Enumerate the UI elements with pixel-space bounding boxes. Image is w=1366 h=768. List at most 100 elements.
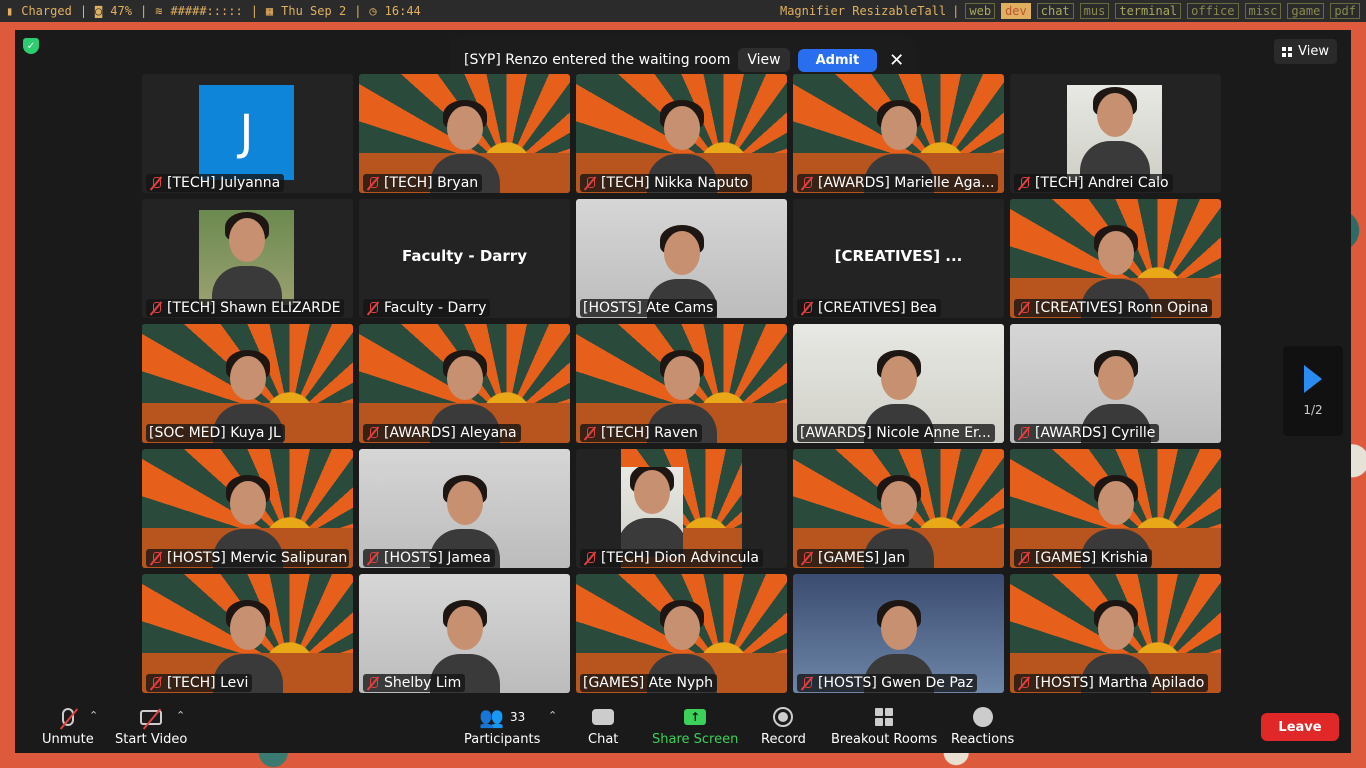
participant-name-label: [TECH] Raven [580, 424, 702, 442]
participant-tile[interactable]: [TECH] Raven [576, 324, 787, 443]
mic-muted-icon [1017, 426, 1031, 440]
participant-name-label: [SOC MED] Kuya JL [146, 424, 285, 442]
participant-tile[interactable]: [TECH] Bryan [359, 74, 570, 193]
record-button[interactable]: Record [761, 706, 806, 747]
participant-name: [CREATIVES] Ronn Opina [1035, 300, 1209, 316]
participant-tile[interactable]: [TECH] Shawn ELIZARDE [142, 199, 353, 318]
participant-tile[interactable]: [HOSTS] Ate Cams [576, 199, 787, 318]
record-icon [773, 707, 794, 727]
gallery-view: J [TECH] Julyanna [TECH] Bryan [TECH] Nikka… [142, 74, 1223, 695]
status-bar: ▮ Charged | ◙ 47% | ≋ #####::::: | ▦ Thu… [0, 0, 1366, 22]
participant-tile[interactable]: [GAMES] Ate Nyph [576, 574, 787, 693]
workspace-mus[interactable]: mus [1079, 3, 1110, 19]
chat-button[interactable]: Chat [588, 706, 618, 747]
participants-count: 33 [510, 710, 526, 724]
unmute-button[interactable]: Unmute [42, 706, 94, 747]
participant-tile[interactable]: [CREATIVES] ... [CREATIVES] Bea [793, 199, 1004, 318]
participant-tile[interactable]: [HOSTS] Jamea [359, 449, 570, 568]
share-screen-icon: ↑ [684, 709, 707, 725]
participant-tile[interactable]: [TECH] Nikka Naputo [576, 74, 787, 193]
workspace-misc[interactable]: misc [1244, 3, 1282, 19]
participant-tile[interactable]: [SOC MED] Kuya JL [142, 324, 353, 443]
next-page-button[interactable]: 1/2 [1283, 346, 1343, 436]
participant-tile[interactable]: [AWARDS] Marielle Aga... [793, 74, 1004, 193]
participant-name-label: [GAMES] Jan [797, 549, 910, 567]
participants-options-caret-icon[interactable]: ⌃ [548, 709, 557, 722]
participant-display-name: Faculty - Darry [402, 247, 527, 265]
reactions-button[interactable]: Reactions [951, 706, 1014, 747]
participant-name: [GAMES] Krishia [1035, 550, 1149, 566]
workspace-web[interactable]: web [965, 3, 996, 19]
mic-muted-icon [1017, 301, 1031, 315]
participant-name-label: [AWARDS] Cyrille [1014, 424, 1160, 442]
participant-tile[interactable]: [HOSTS] Mervic Salipuran [142, 449, 353, 568]
time: 16:44 [384, 4, 421, 18]
participant-name-label: [HOSTS] Ate Cams [580, 299, 718, 317]
workspace-pdf[interactable]: pdf [1330, 3, 1360, 19]
participant-name-label: [HOSTS] Jamea [363, 549, 495, 567]
participant-tile[interactable]: [AWARDS] Cyrille [1010, 324, 1221, 443]
participant-name-label: [CREATIVES] Ronn Opina [1014, 299, 1213, 317]
participant-name-label: [GAMES] Krishia [1014, 549, 1153, 567]
view-button[interactable]: View [1274, 39, 1337, 64]
participant-video [621, 467, 683, 557]
breakout-rooms-button[interactable]: Breakout Rooms [831, 706, 937, 747]
participant-video [199, 210, 294, 305]
participant-tile[interactable]: [GAMES] Jan [793, 449, 1004, 568]
participant-video [211, 210, 282, 305]
admit-button[interactable]: Admit [797, 48, 878, 72]
leave-button[interactable]: Leave [1261, 713, 1339, 741]
participant-name: [HOSTS] Mervic Salipuran [167, 550, 348, 566]
participant-tile[interactable]: [AWARDS] Nicole Anne Er... [793, 324, 1004, 443]
mic-muted-icon [366, 426, 380, 440]
participant-name-label: [TECH] Julyanna [146, 174, 285, 192]
participant-name-label: [CREATIVES] Bea [797, 299, 941, 317]
security-shield-icon[interactable] [23, 38, 39, 54]
mic-muted-icon [1017, 551, 1031, 565]
participant-name-label: Shelby Lim [363, 674, 466, 692]
participant-name: [TECH] Raven [601, 425, 698, 441]
workspace-terminal[interactable]: terminal [1115, 3, 1182, 19]
participant-tile[interactable]: [GAMES] Krishia [1010, 449, 1221, 568]
participant-name-label: [TECH] Nikka Naputo [580, 174, 753, 192]
participant-name: [SOC MED] Kuya JL [149, 425, 281, 441]
participant-tile[interactable]: [TECH] Andrei Calo [1010, 74, 1221, 193]
participant-tile[interactable]: Faculty - Darry Faculty - Darry [359, 199, 570, 318]
participant-name-label: [AWARDS] Marielle Aga... [797, 174, 999, 192]
share-screen-button[interactable]: ↑ Share Screen [652, 706, 738, 747]
workspace-game[interactable]: game [1287, 3, 1325, 19]
mic-muted-icon [800, 676, 814, 690]
participant-tile[interactable]: J [TECH] Julyanna [142, 74, 353, 193]
participant-tile[interactable]: [AWARDS] Aleyana [359, 324, 570, 443]
meeting-toolbar: Unmute ⌃ Start Video ⌃ 👥 33 Participants… [15, 701, 1351, 753]
page-indicator: 1/2 [1303, 403, 1323, 417]
participant-name: [HOSTS] Jamea [384, 550, 491, 566]
participant-tile[interactable]: [HOSTS] Martha Apilado [1010, 574, 1221, 693]
date: Thu Sep 2 [281, 4, 347, 18]
participant-tile[interactable]: [TECH] Levi [142, 574, 353, 693]
participant-name: [CREATIVES] Bea [818, 300, 937, 316]
participant-tile[interactable]: [HOSTS] Gwen De Paz [793, 574, 1004, 693]
mic-muted-icon [583, 176, 597, 190]
mic-muted-icon [800, 551, 814, 565]
participant-name: [TECH] Bryan [384, 175, 479, 191]
microphone-muted-icon [61, 708, 74, 726]
video-options-caret-icon[interactable]: ⌃ [176, 709, 185, 722]
participants-icon: 👥 [479, 705, 504, 729]
participant-tile[interactable]: [CREATIVES] Ronn Opina [1010, 199, 1221, 318]
participant-tile[interactable]: Shelby Lim [359, 574, 570, 693]
workspace-office[interactable]: office [1187, 3, 1239, 19]
audio-options-caret-icon[interactable]: ⌃ [89, 709, 98, 722]
participant-name: [HOSTS] Ate Cams [583, 300, 714, 316]
workspace-dev[interactable]: dev [1001, 3, 1031, 19]
participant-name: [TECH] Julyanna [167, 175, 281, 191]
participant-name-label: [AWARDS] Aleyana [363, 424, 521, 442]
notification-view-button[interactable]: View [738, 48, 790, 72]
mic-muted-icon [1017, 676, 1031, 690]
close-icon[interactable]: ✕ [885, 50, 908, 71]
participant-tile[interactable]: [TECH] Dion Advincula [576, 449, 787, 568]
participants-button[interactable]: 👥 33 Participants [464, 705, 540, 747]
mic-muted-icon [366, 176, 380, 190]
workspace-chat[interactable]: chat [1036, 3, 1074, 19]
window-title: Magnifier ResizableTall [779, 4, 947, 18]
